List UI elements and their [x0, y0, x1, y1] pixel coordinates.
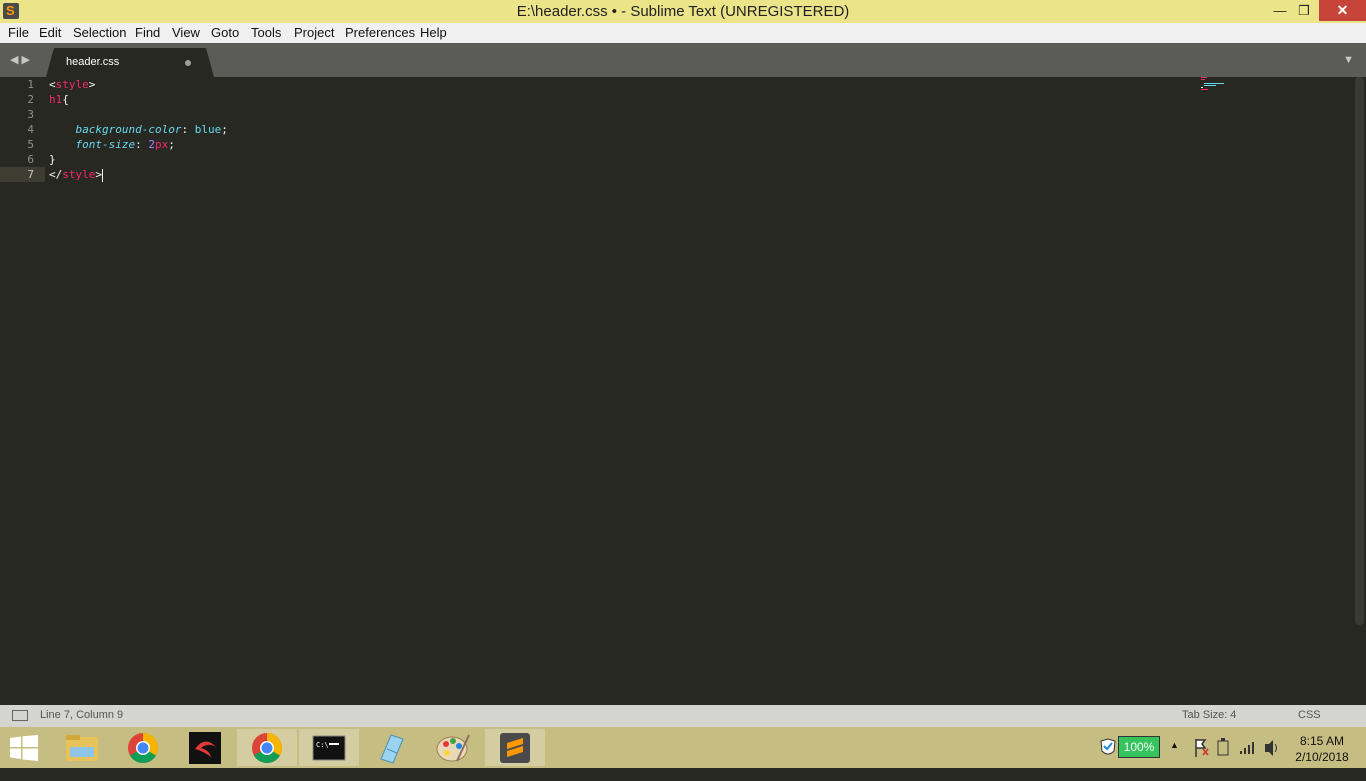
code-line[interactable] [49, 107, 228, 122]
chrome-icon[interactable] [113, 729, 173, 766]
garena-icon[interactable] [175, 729, 235, 766]
status-bar: Line 7, Column 9 Tab Size: 4 CSS [0, 705, 1366, 727]
line-number: 3 [27, 108, 34, 121]
title-bar: E:\header.css • - Sublime Text (UNREGIST… [0, 0, 1366, 23]
notepad-icon[interactable] [361, 729, 421, 766]
line-number: 7 [27, 168, 34, 181]
wifi-signal-icon[interactable] [1238, 727, 1256, 768]
menu-help[interactable]: Help [420, 25, 447, 40]
menu-find[interactable]: Find [135, 25, 160, 40]
menu-selection[interactable]: Selection [73, 25, 126, 40]
code-line[interactable]: background-color: blue; [49, 122, 228, 137]
windows-taskbar: C:\ 100% ▲ 8:15 AM 2/10/2018 [0, 727, 1366, 768]
maximize-button[interactable]: ❐ [1290, 0, 1318, 22]
menu-edit[interactable]: Edit [39, 25, 61, 40]
line-number: 6 [27, 153, 34, 166]
line-number: 1 [27, 78, 34, 91]
defender-shield-icon[interactable] [1098, 727, 1120, 768]
syntax-setting[interactable]: CSS [1298, 709, 1321, 721]
code-token: px [154, 138, 169, 151]
code-token: blue [194, 123, 222, 136]
code-token: < [49, 78, 56, 91]
menu-view[interactable]: View [172, 25, 200, 40]
text-cursor [102, 168, 103, 182]
code-token: style [55, 78, 89, 91]
battery-indicator[interactable]: 100% [1118, 736, 1160, 758]
code-token: 2 [148, 138, 155, 151]
svg-text:C:\: C:\ [316, 741, 329, 749]
close-button[interactable]: ✕ [1319, 0, 1366, 21]
vertical-scrollbar[interactable] [1355, 77, 1364, 625]
code-token: </ [49, 168, 63, 181]
paint-icon[interactable] [423, 729, 483, 766]
menu-bar: File Edit Selection Find View Goto Tools… [0, 23, 1366, 43]
menu-file[interactable]: File [8, 25, 29, 40]
tab-nav-arrows[interactable]: ◀▶ [10, 53, 33, 66]
clock-date: 2/10/2018 [1295, 750, 1349, 764]
code-line[interactable]: font-size: 2px; [49, 137, 228, 152]
code-token: : [135, 138, 149, 151]
line-number: 4 [27, 123, 34, 136]
code-token: } [49, 153, 56, 166]
code-editor[interactable]: <style> h1{ background-color: blue; font-… [49, 77, 228, 182]
system-clock[interactable]: 8:15 AM 2/10/2018 [1290, 733, 1354, 765]
code-token: font-size [75, 138, 136, 151]
line-number: 5 [27, 138, 34, 151]
menu-tools[interactable]: Tools [251, 25, 281, 40]
chrome-window-icon[interactable] [237, 729, 297, 766]
menu-preferences[interactable]: Preferences [345, 25, 415, 40]
code-token: style [62, 168, 96, 181]
window-title: E:\header.css • - Sublime Text (UNREGIST… [516, 3, 850, 20]
windows-start-icon[interactable] [10, 735, 38, 761]
panel-toggle-icon[interactable] [12, 710, 28, 721]
line-number-gutter: 1 2 3 4 5 6 7 [0, 77, 34, 182]
code-line[interactable]: } [49, 152, 228, 167]
show-hidden-icons-icon[interactable]: ▲ [1170, 740, 1182, 781]
clock-time: 8:15 AM [1299, 734, 1345, 748]
menu-project[interactable]: Project [294, 25, 334, 40]
code-token: background-color [75, 123, 182, 136]
code-line[interactable]: <style> [49, 77, 228, 92]
code-token: > [95, 168, 102, 181]
cursor-position: Line 7, Column 9 [40, 709, 124, 721]
minimap[interactable] [1200, 77, 1228, 91]
file-explorer-icon[interactable] [52, 729, 112, 766]
tab-label: header.css [66, 56, 120, 68]
code-line[interactable]: h1{ [49, 92, 228, 107]
power-plug-icon[interactable] [1214, 727, 1232, 768]
tab-header-css[interactable]: header.css [46, 48, 214, 77]
code-token: h1 [49, 93, 63, 106]
code-line[interactable]: </style> [49, 167, 228, 182]
tab-size-setting[interactable]: Tab Size: 4 [1182, 709, 1236, 721]
action-center-flag-icon[interactable] [1192, 727, 1210, 768]
code-token: : [181, 123, 195, 136]
tab-bar: ◀▶ header.css ▼ [0, 43, 1366, 77]
command-prompt-icon[interactable]: C:\ [299, 729, 359, 766]
unsaved-dot-icon[interactable] [185, 60, 191, 66]
code-token: > [88, 78, 96, 91]
sublime-text-taskbar-icon[interactable] [485, 729, 545, 766]
tab-list-dropdown-icon[interactable]: ▼ [1343, 54, 1354, 66]
code-token: { [62, 93, 69, 106]
line-number: 2 [27, 93, 34, 106]
code-token: ; [221, 123, 228, 136]
volume-icon[interactable] [1262, 727, 1280, 768]
menu-goto[interactable]: Goto [211, 25, 239, 40]
code-token: ; [168, 138, 175, 151]
